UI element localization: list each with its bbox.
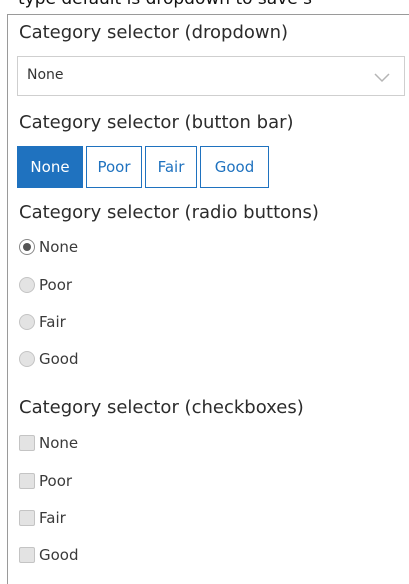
dropdown-section-title: Category selector (dropdown) — [19, 22, 289, 43]
checkbox-unchecked-icon[interactable] — [19, 547, 35, 563]
radio-section-title: Category selector (radio buttons) — [19, 202, 319, 223]
dropdown-selected-value: None — [27, 67, 64, 83]
clipped-instruction-text: type default is dropdown to save s — [18, 0, 312, 9]
radio-option-label: Good — [39, 350, 79, 368]
radio-checked-icon[interactable] — [19, 239, 35, 255]
checkbox-unchecked-icon[interactable] — [19, 435, 35, 451]
checkbox-option-label: Fair — [39, 509, 66, 527]
category-button-bar: None Poor Fair Good — [17, 146, 269, 188]
radio-unchecked-icon[interactable] — [19, 314, 35, 330]
checkbox-option-label: Poor — [39, 472, 73, 490]
checkbox-option-fair[interactable]: Fair — [19, 507, 66, 529]
form-panel — [7, 14, 409, 584]
radio-option-good[interactable]: Good — [19, 348, 79, 370]
checkbox-section-title: Category selector (checkboxes) — [19, 397, 304, 418]
radio-option-fair[interactable]: Fair — [19, 311, 66, 333]
radio-unchecked-icon[interactable] — [19, 351, 35, 367]
chevron-down-icon — [374, 73, 390, 83]
radio-option-label: None — [39, 238, 79, 256]
button-bar-none[interactable]: None — [17, 146, 83, 188]
radio-option-label: Fair — [39, 313, 66, 331]
checkbox-unchecked-icon[interactable] — [19, 473, 35, 489]
radio-unchecked-icon[interactable] — [19, 277, 35, 293]
checkbox-option-label: None — [39, 434, 79, 452]
radio-option-label: Poor — [39, 276, 73, 294]
checkbox-option-good[interactable]: Good — [19, 544, 79, 566]
button-bar-poor[interactable]: Poor — [86, 146, 142, 188]
checkbox-option-label: Good — [39, 546, 79, 564]
category-dropdown[interactable]: None — [17, 56, 405, 96]
radio-option-poor[interactable]: Poor — [19, 274, 72, 296]
button-bar-fair[interactable]: Fair — [145, 146, 197, 188]
checkbox-option-poor[interactable]: Poor — [19, 470, 72, 492]
button-bar-good[interactable]: Good — [200, 146, 269, 188]
radio-option-none[interactable]: None — [19, 236, 78, 258]
checkbox-unchecked-icon[interactable] — [19, 510, 35, 526]
buttonbar-section-title: Category selector (button bar) — [19, 112, 294, 133]
checkbox-option-none[interactable]: None — [19, 432, 78, 454]
